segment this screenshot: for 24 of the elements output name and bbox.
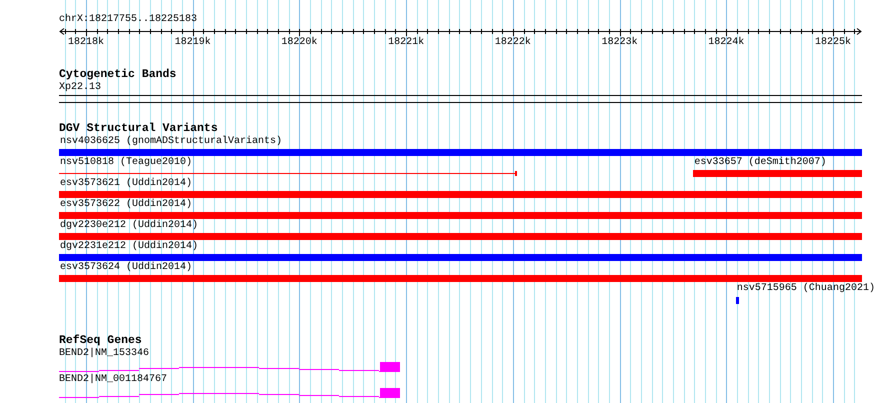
tick-label: 18221k [388, 37, 424, 49]
band-label: Xp22.13 [59, 82, 102, 94]
tick-label: 18218k [68, 37, 104, 49]
variant-label: nsv4036625 (gnomADStructuralVariants) [60, 136, 282, 148]
track-title: DGV Structural Variants [59, 123, 218, 135]
track-title: RefSeq Genes [59, 335, 142, 347]
gene-label: BEND2|NM_153346 [59, 348, 150, 360]
tick-label: 18220k [281, 37, 318, 49]
variant-label: esv3573621 (Uddin2014) [60, 178, 192, 190]
variant-label: esv3573624 (Uddin2014) [60, 262, 192, 274]
variant-label: nsv510818 (Teague2010) [60, 157, 192, 169]
gene-label: BEND2|NM_001184767 [59, 374, 168, 386]
variant-label: nsv5715965 (Chuang2021) [736, 283, 875, 295]
variant-label: esv33657 (deSmith2007) [694, 157, 826, 169]
variant-label: esv3573622 (Uddin2014) [60, 199, 192, 211]
tick-label: 18222k [494, 37, 531, 49]
tick-label: 18223k [602, 37, 638, 49]
track-title: Cytogenetic Bands [59, 69, 176, 81]
variant-label: dgv2230e212 (Uddin2014) [60, 220, 198, 232]
location-label: chrX:18217755..18225183 [59, 14, 198, 26]
tick-label: 18225k [814, 37, 851, 49]
variant-label: dgv2231e212 (Uddin2014) [60, 241, 198, 253]
tick-label: 18219k [174, 37, 211, 49]
tick-label: 18224k [708, 37, 744, 49]
